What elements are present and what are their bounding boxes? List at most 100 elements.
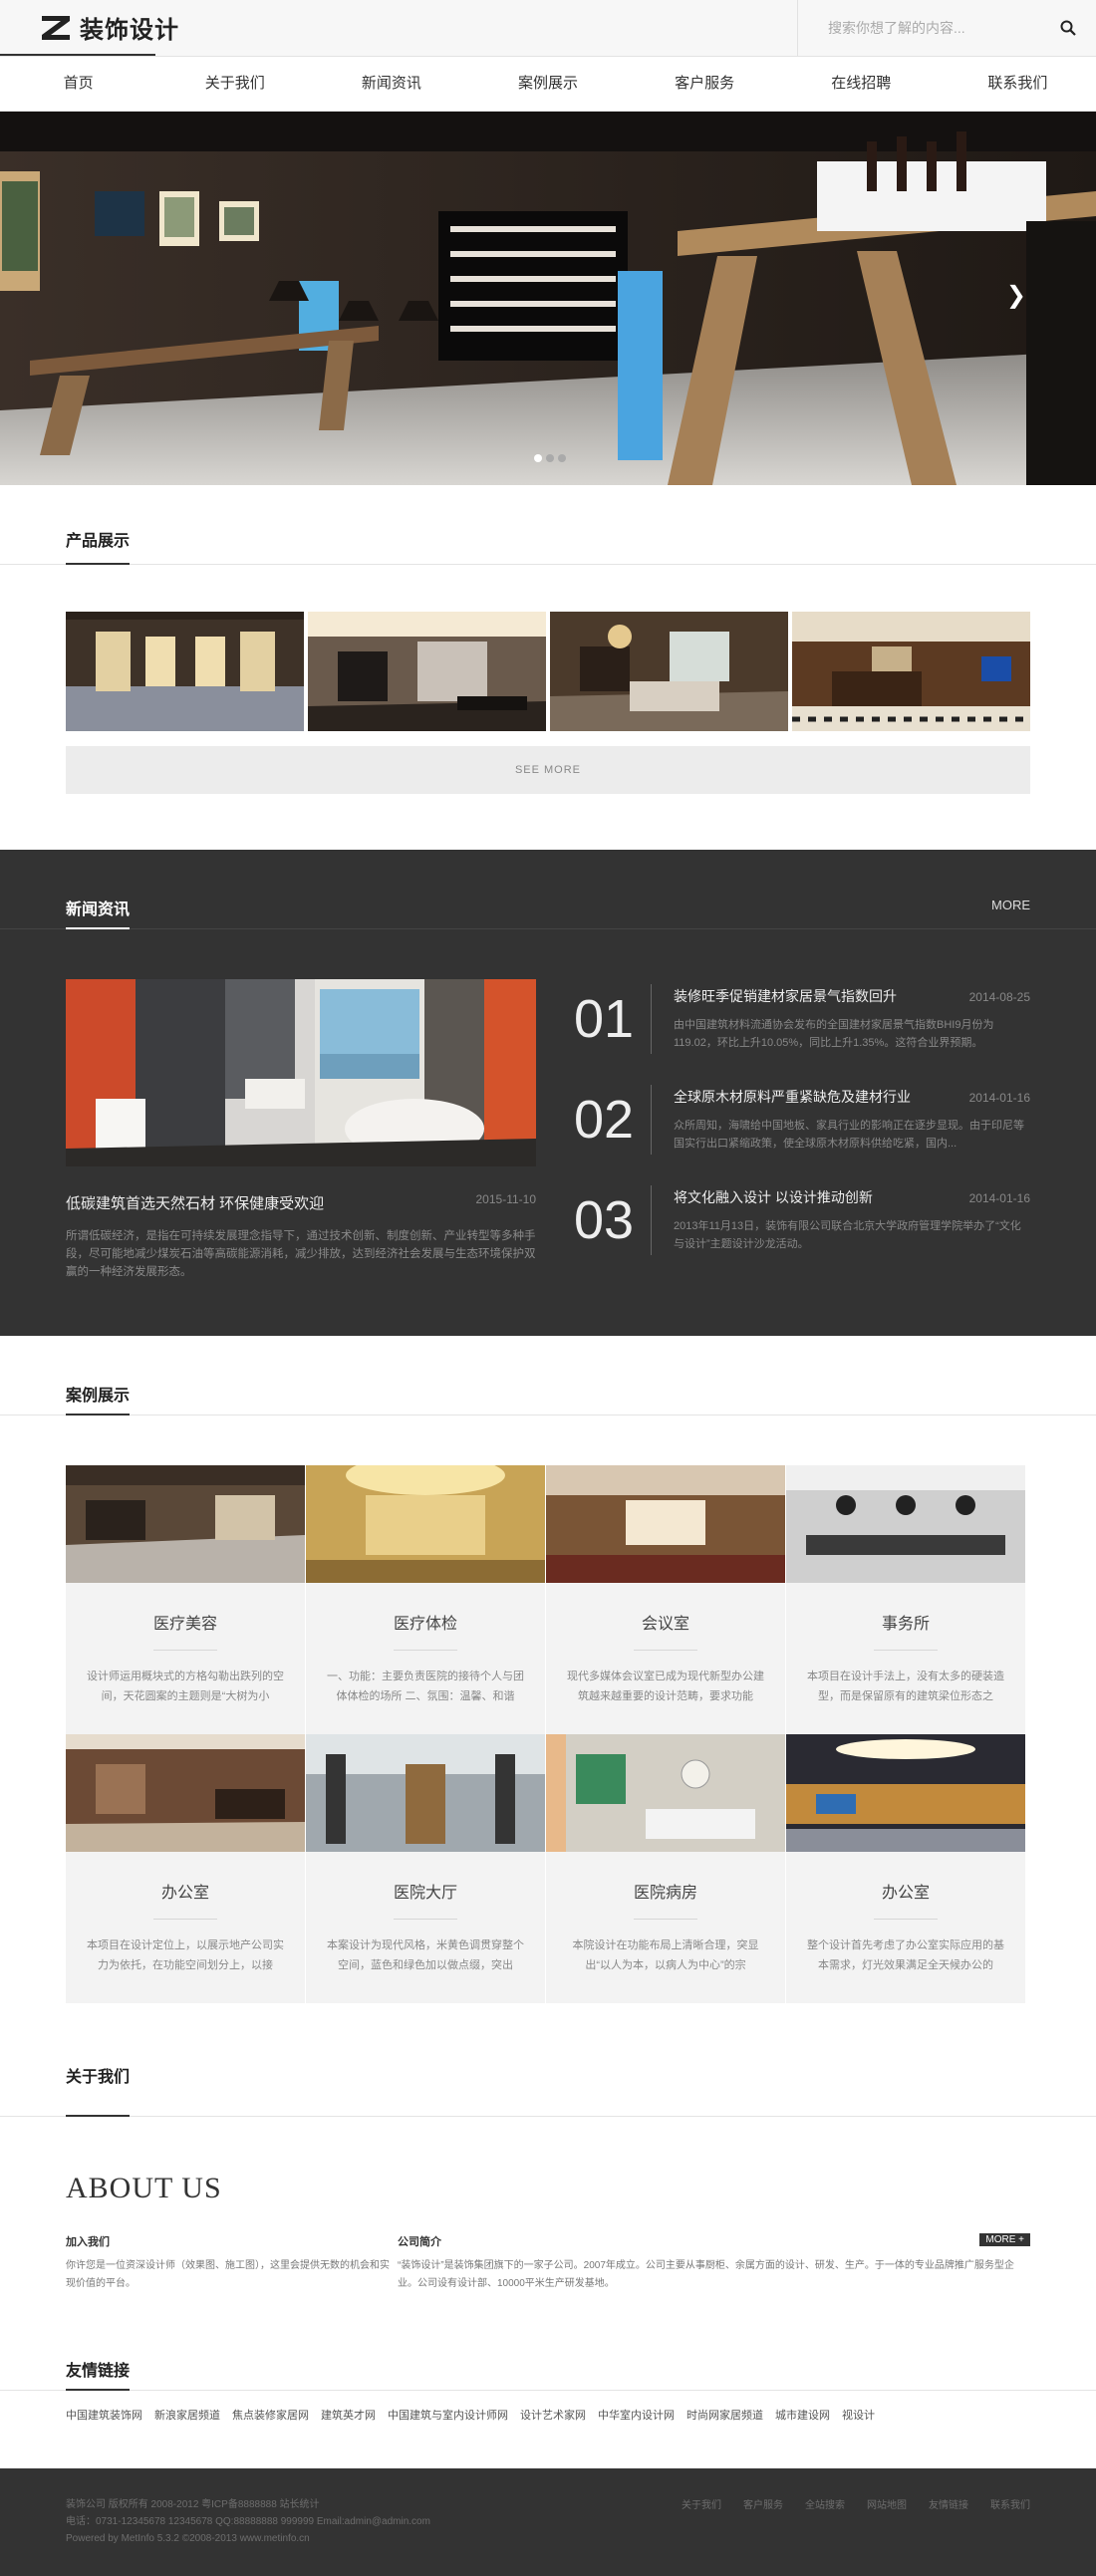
footer-link-service[interactable]: 客户服务 (743, 2496, 783, 2511)
footer-link-contact[interactable]: 联系我们 (990, 2496, 1030, 2511)
case-image (306, 1734, 545, 1852)
case-desc: 本案设计为现代风格，米黄色调贯穿整个空间，蓝色和绿色加以做点缀，突出 (327, 1939, 524, 1971)
friend-link[interactable]: 焦点装修家居网 (232, 2407, 309, 2423)
case-card[interactable]: 医疗体检 一、功能：主要负责医院的接待个人与团体体检的场所 二、氛围：温馨、和谐 (306, 1465, 546, 1734)
case-title: 会议室 (641, 1616, 689, 1633)
product-image-4[interactable] (792, 612, 1030, 731)
cases-section: 医疗美容 设计师运用概块式的方格勾勒出跌列的空间，天花圆案的主题则是“大树为小 … (0, 1416, 1096, 2051)
friend-link[interactable]: 时尚网家居频道 (686, 2407, 763, 2423)
cases-title-underline (66, 1414, 130, 1416)
case-card[interactable]: 医院大厅 本案设计为现代风格，米黄色调贯穿整个空间，蓝色和绿色加以做点缀，突出 (306, 1734, 546, 2003)
news-lead-image[interactable] (66, 979, 536, 1166)
product-image-1[interactable] (66, 612, 304, 731)
case-desc: 一、功能：主要负责医院的接待个人与团体体检的场所 二、氛围：温馨、和谐 (327, 1671, 524, 1702)
news-section: 新闻资讯 MORE 低碳建筑首选天然石材 环保健康受欢迎 2015-11-10 … (0, 850, 1096, 1336)
products-section: SEE MORE (0, 565, 1096, 850)
products-title-underline (66, 563, 130, 565)
case-card[interactable]: 会议室 现代多媒体会议室已成为现代新型办公建筑越来越重要的设计范畴，要求功能 (546, 1465, 786, 1734)
news-item-divider (651, 1185, 652, 1255)
case-divider (874, 1650, 938, 1651)
case-card[interactable]: 办公室 本项目在设计定位上，以展示地产公司实力为依托，在功能空间划分上，以接 (66, 1734, 306, 2003)
nav-item-service[interactable]: 客户服务 (627, 57, 783, 111)
footer-powered-by: Powered by MetInfo 5.3.2 ©2008-2013 www.… (66, 2533, 310, 2544)
news-section-title: 新闻资讯 (66, 902, 131, 918)
logo[interactable]: 装饰设计 (40, 10, 179, 45)
footer-info: 装饰公司 版权所有 2008-2012 粤ICP备8888888 站长统计 电话… (66, 2496, 430, 2547)
case-title: 医疗体检 (393, 1616, 457, 1633)
footer-link-friends[interactable]: 友情链接 (929, 2496, 968, 2511)
search-button[interactable] (1040, 0, 1096, 56)
friend-link[interactable]: 中华室内设计网 (598, 2407, 675, 2423)
nav-item-cases[interactable]: 案例展示 (469, 57, 626, 111)
friend-links-section: 友情链接 中国建筑装饰网 新浪家居频道 焦点装修家居网 建筑英才网 中国建筑与室… (0, 2349, 1096, 2423)
about-intro: 公司简介 MORE + “装饰设计”是装饰集团旗下的一家子公司。2007年成立。… (398, 2233, 1030, 2293)
slider-dots (534, 454, 566, 462)
cases-section-title: 案例展示 (66, 1388, 131, 1405)
footer-link-sitemap[interactable]: 网站地图 (867, 2496, 907, 2511)
news-item-title[interactable]: 将文化融入设计 以设计推动创新 (674, 1187, 873, 1207)
friend-link[interactable]: 新浪家居频道 (154, 2407, 220, 2423)
hero-banner: ❯ (0, 112, 1096, 485)
nav-item-home[interactable]: 首页 (0, 57, 156, 111)
about-more-button[interactable]: MORE + (979, 2233, 1030, 2246)
news-item-title[interactable]: 装修旺季促销建材家居景气指数回升 (674, 986, 897, 1006)
news-lead: 低碳建筑首选天然石材 环保健康受欢迎 2015-11-10 所谓低碳经济，是指在… (66, 979, 536, 1281)
friend-link[interactable]: 中国建筑与室内设计师网 (388, 2407, 508, 2423)
nav-item-contact[interactable]: 联系我们 (940, 57, 1096, 111)
search-input[interactable] (798, 0, 1040, 56)
about-join-title: 加入我们 (66, 2236, 110, 2248)
news-item-title[interactable]: 全球原木材原料严重紧缺危及建材行业 (674, 1087, 911, 1107)
cases-section-header: 案例展示 (0, 1336, 1096, 1416)
product-image-2[interactable] (308, 612, 546, 731)
case-image (546, 1734, 785, 1852)
case-divider (153, 1919, 217, 1920)
products-section-header: 产品展示 (0, 485, 1096, 565)
friend-link[interactable]: 建筑英才网 (321, 2407, 376, 2423)
friend-link[interactable]: 视设计 (842, 2407, 875, 2423)
nav-item-about[interactable]: 关于我们 (156, 57, 313, 111)
case-divider (634, 1919, 697, 1920)
nav-item-jobs[interactable]: 在线招聘 (783, 57, 940, 111)
case-title: 事务所 (881, 1616, 930, 1633)
case-grid: 医疗美容 设计师运用概块式的方格勾勒出跌列的空间，天花圆案的主题则是“大树为小 … (66, 1465, 1030, 2003)
footer-contact: 电话：0731-12345678 12345678 QQ:88888888 99… (66, 2516, 430, 2527)
case-desc: 整个设计首先考虑了办公室实际应用的基本需求，灯光效果满足全天候办公的 (807, 1939, 1004, 1971)
friend-links-list: 中国建筑装饰网 新浪家居频道 焦点装修家居网 建筑英才网 中国建筑与室内设计师网… (66, 2407, 1030, 2423)
case-card[interactable]: 事务所 本项目在设计手法上，没有太多的硬装造型，而是保留原有的建筑梁位形态之 (786, 1465, 1026, 1734)
footer-link-search[interactable]: 全站搜索 (805, 2496, 845, 2511)
nav-item-news[interactable]: 新闻资讯 (313, 57, 469, 111)
slider-dot-1[interactable] (534, 454, 542, 462)
footer-copyright: 装饰公司 版权所有 2008-2012 粤ICP备8888888 站长统计 (66, 2499, 320, 2510)
slider-next-arrow-icon[interactable]: ❯ (1006, 281, 1026, 310)
news-item-date: 2014-01-16 (968, 1091, 1030, 1105)
slider-dot-2[interactable] (546, 454, 554, 462)
case-card[interactable]: 办公室 整个设计首先考虑了办公室实际应用的基本需求，灯光效果满足全天候办公的 (786, 1734, 1026, 2003)
case-desc: 本项目在设计手法上，没有太多的硬装造型，而是保留原有的建筑梁位形态之 (807, 1671, 1004, 1702)
case-desc: 本院设计在功能布局上清晰合理，突显出“以人为本，以病人为中心”的宗 (572, 1939, 759, 1971)
footer-link-about[interactable]: 关于我们 (682, 2496, 721, 2511)
friend-link[interactable]: 中国建筑装饰网 (66, 2407, 142, 2423)
news-list: 01 装修旺季促销建材家居景气指数回升 2014-08-25 由中国建筑材料流通… (574, 979, 1030, 1281)
about-join: 加入我们 你许您是一位资深设计师（效果图、施工图），这里会提供无数的机会和实现价… (66, 2233, 398, 2293)
case-desc: 设计师运用概块式的方格勾勒出跌列的空间，天花圆案的主题则是“大树为小 (87, 1671, 284, 1702)
case-desc: 本项目在设计定位上，以展示地产公司实力为依托，在功能空间划分上，以接 (87, 1939, 284, 1971)
search-icon (1060, 20, 1076, 36)
friend-link[interactable]: 设计艺术家网 (520, 2407, 586, 2423)
links-title-underline (66, 2389, 130, 2391)
news-lead-title[interactable]: 低碳建筑首选天然石材 环保健康受欢迎 (66, 1192, 324, 1213)
case-card[interactable]: 医院病房 本院设计在功能布局上清晰合理，突显出“以人为本，以病人为中心”的宗 (546, 1734, 786, 2003)
news-item-desc: 众所周知，海啸给中国地板、家具行业的影响正在逐步显现。由于印尼等国实行出口紧缩政… (674, 1120, 1024, 1150)
case-divider (394, 1650, 457, 1651)
about-heading: ABOUT US (66, 2172, 222, 2204)
news-more-link[interactable]: MORE (991, 898, 1030, 912)
case-image (66, 1465, 305, 1583)
friend-link[interactable]: 城市建设网 (775, 2407, 830, 2423)
slider-dot-3[interactable] (558, 454, 566, 462)
case-title: 医疗美容 (152, 1616, 217, 1633)
case-card[interactable]: 医疗美容 设计师运用概块式的方格勾勒出跌列的空间，天花圆案的主题则是“大树为小 (66, 1465, 306, 1734)
case-divider (394, 1919, 457, 1920)
case-title: 办公室 (160, 1885, 209, 1902)
products-see-more-button[interactable]: SEE MORE (66, 746, 1030, 794)
product-image-3[interactable] (550, 612, 788, 731)
news-lead-date: 2015-11-10 (475, 1192, 537, 1206)
